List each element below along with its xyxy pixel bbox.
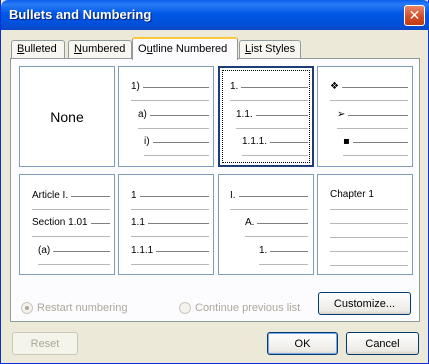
- level-row: 1.: [230, 80, 308, 92]
- level-label: I.: [230, 190, 236, 201]
- bullets-numbering-dialog: Bullets and Numbering ✕ Bulleted Numbere…: [0, 0, 429, 364]
- level-row: 1: [131, 189, 209, 201]
- gallery-tile-legal[interactable]: 1. 1.1. 1.1.1.: [218, 66, 314, 167]
- level-row: 1.: [259, 244, 308, 256]
- level-row: Section 1.01: [32, 216, 110, 228]
- level-label: (a): [38, 245, 51, 256]
- reset-button[interactable]: Reset: [12, 332, 78, 355]
- title-bar[interactable]: Bullets and Numbering ✕: [1, 0, 429, 30]
- level-label: Chapter 1: [330, 189, 374, 200]
- tab-bulleted[interactable]: Bulleted: [11, 40, 65, 59]
- gallery-tile-chapter[interactable]: Chapter 1: [317, 174, 413, 275]
- ok-button[interactable]: OK: [267, 332, 338, 355]
- gallery-tile-decimal[interactable]: 1 1.1 1.1.1: [118, 174, 214, 275]
- ok-label: OK: [294, 337, 311, 350]
- level-label: A.: [245, 217, 255, 228]
- level-row: Article I.: [32, 189, 110, 201]
- level-row: 1.1.1.: [242, 135, 308, 147]
- level-row: ▪: [343, 135, 408, 147]
- level-label: a): [138, 109, 147, 120]
- level-row: ➢: [337, 108, 408, 120]
- customize-label: Customize...: [333, 297, 396, 310]
- restart-numbering-radio[interactable]: Restart numbering: [21, 302, 128, 314]
- gallery-tile-none[interactable]: None: [19, 66, 115, 167]
- level-row: I.: [230, 189, 308, 201]
- tab-label-post: ist Styles: [251, 43, 296, 55]
- level-label: 1.: [230, 81, 239, 92]
- continue-list-radio[interactable]: Continue previous list: [179, 302, 300, 314]
- square-bullet-icon: ▪: [343, 136, 350, 147]
- level-row: 1.1: [131, 216, 209, 228]
- gallery-tile-roman[interactable]: I. A. 1.: [218, 174, 314, 275]
- tab-numbered[interactable]: Numbered: [68, 40, 132, 59]
- cancel-button[interactable]: Cancel: [346, 332, 419, 355]
- customize-button[interactable]: Customize...: [318, 292, 411, 315]
- level-label: Section 1.01: [32, 217, 88, 228]
- level-label: 1.1.1.: [242, 136, 268, 147]
- level-row: 1): [131, 80, 209, 92]
- level-label: i): [144, 136, 150, 147]
- tab-label-post: umbered: [81, 43, 126, 55]
- reset-label: Reset: [30, 337, 60, 350]
- level-label: 1): [131, 81, 140, 92]
- tab-outline-numbered[interactable]: Outline Numbered: [132, 37, 238, 60]
- radio-circle: [179, 302, 191, 314]
- level-row: 1.1.1: [131, 244, 209, 256]
- continue-list-label: Continue previous list: [195, 302, 301, 314]
- tab-list-styles[interactable]: List Styles: [239, 40, 301, 59]
- level-row: (a): [38, 244, 110, 256]
- restart-numbering-label: Restart numbering: [37, 302, 128, 314]
- arrow-bullet-icon: ➢: [337, 109, 346, 120]
- gallery-tile-paren[interactable]: 1) a) i): [118, 66, 214, 167]
- gallery-tile-article[interactable]: Article I. Section 1.01 (a): [19, 174, 115, 275]
- tab-label-pre: O: [138, 43, 147, 55]
- level-label: 1.1: [131, 217, 145, 228]
- level-label: 1.: [259, 245, 268, 256]
- tile-none-label: None: [50, 108, 84, 125]
- dialog-title: Bullets and Numbering: [9, 7, 152, 22]
- level-label: Article I.: [32, 190, 69, 201]
- level-label: 1: [131, 190, 137, 201]
- level-row: Chapter 1: [330, 188, 408, 200]
- level-label: 1.1.: [236, 109, 253, 120]
- close-icon: ✕: [408, 7, 421, 24]
- tab-label-key: N: [74, 43, 82, 55]
- radio-circle: [21, 302, 33, 314]
- gallery-tile-bullets[interactable]: ❖ ➢ ▪: [317, 66, 413, 167]
- level-row: A.: [245, 216, 308, 228]
- level-row: 1.1.: [236, 108, 308, 120]
- level-label: 1.1.1: [131, 245, 154, 256]
- tab-panel: None 1) a) i) 1. 1.1. 1.1.1. ❖ ➢ ▪ Artic…: [10, 58, 420, 322]
- close-button[interactable]: ✕: [404, 5, 425, 26]
- tab-label-post: ulleted: [24, 43, 57, 55]
- tab-label-post: tline Numbered: [152, 43, 228, 55]
- diamond-bullet-icon: ❖: [330, 81, 339, 92]
- level-row: a): [138, 108, 209, 120]
- level-row: i): [144, 135, 209, 147]
- cancel-label: Cancel: [365, 337, 400, 350]
- level-row: ❖: [330, 80, 408, 92]
